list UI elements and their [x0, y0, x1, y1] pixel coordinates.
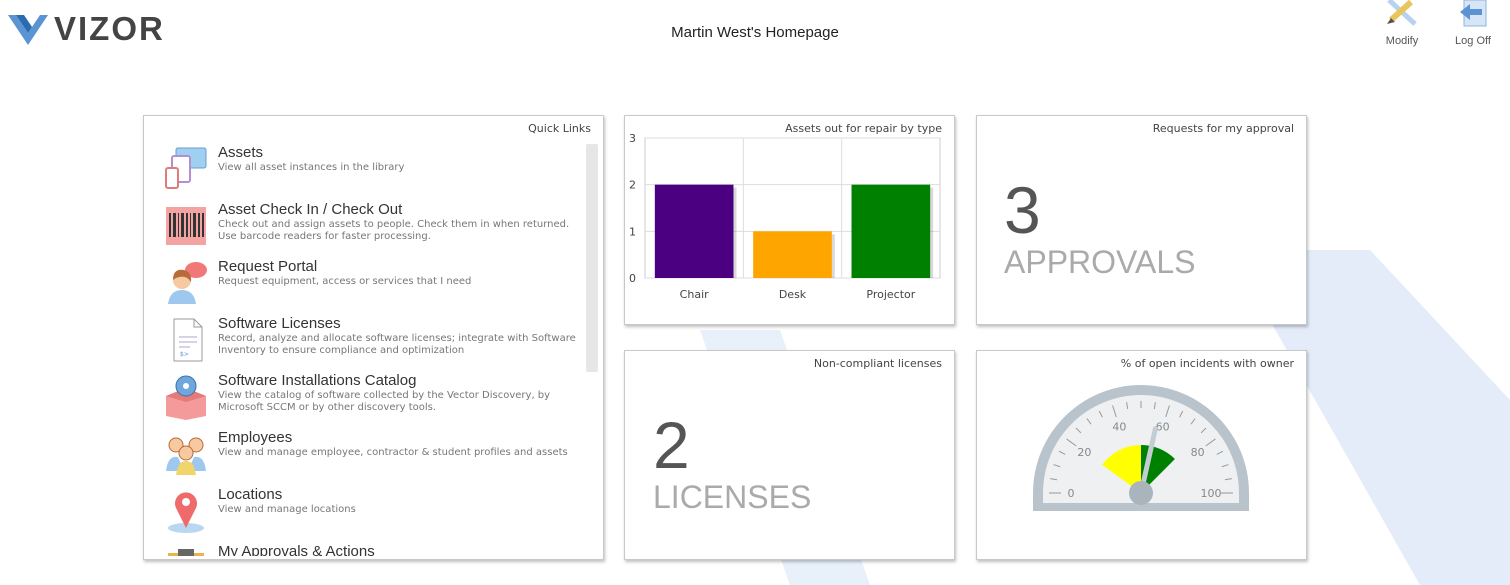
y-tick-label: 1 — [629, 225, 636, 238]
document-icon: $> — [173, 318, 203, 362]
quick-link-request-portal[interactable]: Request Portal Request equipment, access… — [164, 258, 584, 315]
quick-link-my-approvals[interactable]: My Approvals & Actions — [164, 543, 584, 556]
bar-projector — [851, 184, 931, 278]
licenses-panel[interactable]: Non-compliant licenses 2 LICENSES — [624, 350, 955, 560]
gauge-tick-label: 20 — [1077, 446, 1091, 459]
logoff-label: Log Off — [1455, 35, 1491, 47]
quick-link-assets[interactable]: Assets View all asset instances in the l… — [164, 144, 584, 201]
quick-link-desc: View the catalog of software collected b… — [218, 390, 551, 401]
quick-link-title: Assets — [218, 144, 264, 161]
person-chat-icon — [168, 262, 207, 304]
quick-links-scrollbar[interactable] — [586, 144, 598, 372]
quick-links-panel: Quick Links Assets View all asset instan… — [143, 115, 604, 560]
quick-link-title: Software Licenses — [218, 315, 341, 332]
quick-links-list: Assets View all asset instances in the l… — [164, 144, 584, 556]
people-icon — [166, 437, 206, 475]
quick-link-desc: View and manage employee, contractor & s… — [218, 447, 568, 458]
incidents-gauge: 0 20 40 60 80 100 — [1033, 385, 1249, 511]
barcode-icon — [166, 207, 206, 245]
bar-chair — [654, 184, 734, 278]
quick-link-desc: View all asset instances in the library — [218, 162, 405, 173]
bar-desk — [753, 231, 832, 278]
panel-title: Requests for my approval — [1152, 122, 1294, 135]
repair-bar-chart: 0 1 2 3 Chair Desk Projector — [629, 132, 941, 301]
gauge-tick-label: 100 — [1201, 487, 1222, 500]
approvals-panel[interactable]: Requests for my approval 3 APPROVALS — [976, 115, 1307, 325]
app-header: VIZOR Martin West's Homepage Modify Log … — [0, 0, 1510, 70]
logoff-button[interactable]: Log Off — [1448, 0, 1498, 47]
modify-button[interactable]: Modify — [1377, 0, 1427, 47]
gauge-tick-label: 0 — [1068, 487, 1075, 500]
disc-box-icon — [166, 375, 206, 420]
modify-label: Modify — [1385, 35, 1419, 47]
licenses-label: LICENSES — [653, 479, 812, 515]
quick-link-title: My Approvals & Actions — [218, 543, 375, 556]
map-pin-icon — [168, 492, 204, 533]
quick-link-employees[interactable]: Employees View and manage employee, cont… — [164, 429, 584, 486]
clipboard-icon — [168, 549, 204, 556]
quick-link-desc: Request equipment, access or services th… — [218, 276, 472, 287]
x-tick-label: Projector — [866, 288, 915, 301]
devices-icon — [165, 147, 207, 189]
panel-title: Quick Links — [528, 122, 591, 135]
quick-link-desc-2: Use barcode readers for faster processin… — [218, 231, 431, 242]
y-tick-label: 0 — [629, 272, 636, 285]
quick-link-desc: Check out and assign assets to people. C… — [218, 219, 570, 230]
quick-link-software-installations-catalog[interactable]: Software Installations Catalog View the … — [164, 372, 584, 429]
y-tick-label: 2 — [629, 179, 636, 192]
panel-title: Non-compliant licenses — [813, 357, 942, 370]
svg-text:$>: $> — [180, 351, 189, 358]
quick-link-locations[interactable]: Locations View and manage locations — [164, 486, 584, 543]
pencil-icon — [1387, 0, 1417, 26]
repair-chart-panel: Assets out for repair by type 0 1 2 3 Chair D… — [624, 115, 955, 325]
quick-link-title: Locations — [218, 486, 283, 503]
quick-link-title: Asset Check In / Check Out — [218, 201, 403, 218]
y-tick-label: 3 — [629, 132, 636, 145]
gauge-tick-label: 80 — [1191, 446, 1205, 459]
licenses-count: 2 — [653, 408, 690, 482]
quick-link-desc: Record, analyze and allocate software li… — [218, 333, 576, 344]
gauge-tick-label: 60 — [1156, 420, 1170, 433]
quick-link-title: Software Installations Catalog — [218, 372, 417, 389]
quick-link-software-licenses[interactable]: $> Software Licenses Record, analyze and… — [164, 315, 584, 372]
x-tick-label: Desk — [779, 288, 807, 301]
quick-link-desc-2: Microsoft SCCM or by other discovery too… — [218, 402, 437, 413]
gauge-panel: % of open incidents with owner 0 20 40 60 80… — [976, 350, 1307, 560]
page-title: Martin West's Homepage — [671, 24, 839, 41]
approvals-count: 3 — [1004, 173, 1041, 247]
x-tick-label: Chair — [680, 288, 709, 301]
quick-link-asset-check-in-out[interactable]: Asset Check In / Check Out Check out and… — [164, 201, 584, 258]
quick-link-desc: View and manage locations — [218, 504, 356, 515]
gauge-tick-label: 40 — [1112, 420, 1126, 433]
quick-link-title: Employees — [218, 429, 293, 446]
approvals-label: APPROVALS — [1004, 244, 1196, 280]
quick-link-title: Request Portal — [218, 258, 318, 275]
gauge-pivot — [1129, 481, 1153, 505]
quick-link-desc-2: Inventory to ensure compliance and optim… — [218, 345, 465, 356]
logoff-arrow-icon — [1460, 0, 1487, 27]
